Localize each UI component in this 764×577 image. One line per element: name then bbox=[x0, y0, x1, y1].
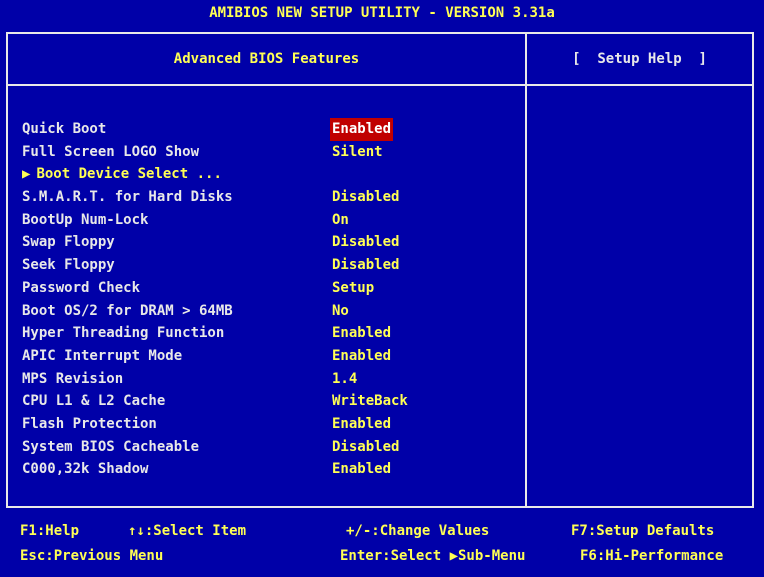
setting-value[interactable]: Enabled bbox=[330, 345, 393, 368]
setting-row[interactable]: APIC Interrupt Mode Enabled bbox=[22, 345, 522, 368]
setting-value[interactable]: Disabled bbox=[330, 436, 401, 459]
window-title: AMIBIOS NEW SETUP UTILITY - VERSION 3.31… bbox=[0, 0, 764, 26]
setting-label-text: System BIOS Cacheable bbox=[22, 438, 200, 455]
setting-label-text: Boot Device Select ... bbox=[36, 166, 222, 183]
setting-value[interactable]: Silent bbox=[330, 141, 385, 164]
setting-label: Password Check bbox=[22, 277, 140, 300]
setting-value[interactable]: No bbox=[330, 300, 351, 323]
hi-performance-key-hint[interactable]: F6:Hi-Performance bbox=[580, 548, 723, 564]
setting-value[interactable]: Disabled bbox=[330, 186, 401, 209]
setting-row[interactable]: Quick Boot Enabled bbox=[22, 118, 522, 141]
submenu-arrow-icon: ▶ bbox=[22, 166, 31, 183]
setting-row[interactable]: Boot OS/2 for DRAM > 64MB No bbox=[22, 300, 522, 323]
setting-value[interactable]: Disabled bbox=[330, 231, 401, 254]
setting-label-text: MPS Revision bbox=[22, 370, 124, 387]
setting-label: Flash Protection bbox=[22, 413, 157, 436]
help-key-hint[interactable]: F1:Help bbox=[20, 523, 79, 539]
setting-label: APIC Interrupt Mode bbox=[22, 345, 182, 368]
setting-value[interactable]: Disabled bbox=[330, 254, 401, 277]
setting-label-text: C000,32k Shadow bbox=[22, 461, 149, 478]
setting-label: Hyper Threading Function bbox=[22, 322, 224, 345]
setting-label: Boot OS/2 for DRAM > 64MB bbox=[22, 300, 233, 323]
setting-label: C000,32k Shadow bbox=[22, 458, 148, 481]
setting-label-text: Flash Protection bbox=[22, 415, 157, 432]
setting-label-text: BootUp Num-Lock bbox=[22, 211, 149, 228]
column-divider bbox=[525, 32, 527, 508]
setting-label-text: Boot OS/2 for DRAM > 64MB bbox=[22, 302, 233, 319]
setting-row[interactable]: Password Check Setup bbox=[22, 277, 522, 300]
setting-row[interactable]: MPS Revision 1.4 bbox=[22, 368, 522, 391]
setting-label-text: Quick Boot bbox=[22, 121, 107, 137]
setting-value[interactable]: Enabled bbox=[330, 413, 393, 436]
page-title: Advanced BIOS Features bbox=[173, 51, 360, 67]
setting-value[interactable]: On bbox=[330, 209, 351, 232]
setting-row[interactable]: C000,32k Shadow Enabled bbox=[22, 458, 522, 481]
setting-row[interactable]: Full Screen LOGO Show Silent bbox=[22, 141, 522, 164]
select-item-key-hint[interactable]: ↑↓:Select Item bbox=[128, 523, 246, 539]
setting-label-text: Password Check bbox=[22, 279, 141, 296]
setup-help-title: [ Setup Help ] bbox=[572, 51, 707, 67]
setting-label: MPS Revision bbox=[22, 368, 123, 391]
setting-row[interactable]: Hyper Threading Function Enabled bbox=[22, 322, 522, 345]
setting-row[interactable]: Seek Floppy Disabled bbox=[22, 254, 522, 277]
setting-label: Seek Floppy bbox=[22, 254, 115, 277]
setup-defaults-key-hint[interactable]: F7:Setup Defaults bbox=[571, 523, 714, 539]
header-divider bbox=[6, 84, 754, 86]
setting-value[interactable]: Enabled bbox=[330, 458, 393, 481]
setting-value[interactable]: Enabled bbox=[330, 118, 394, 141]
setting-label-text: CPU L1 & L2 Cache bbox=[22, 393, 166, 410]
setting-label-text: APIC Interrupt Mode bbox=[22, 347, 183, 364]
setting-value[interactable]: Enabled bbox=[330, 322, 393, 345]
setting-value[interactable]: WriteBack bbox=[330, 390, 410, 413]
settings-list: Quick Boot Enabled Full Screen LOGO Show Si… bbox=[22, 118, 522, 481]
setting-value[interactable]: 1.4 bbox=[330, 368, 359, 391]
setting-label: System BIOS Cacheable bbox=[22, 436, 199, 459]
setting-label-text: S.M.A.R.T. for Hard Disks bbox=[22, 189, 233, 206]
setting-row[interactable]: System BIOS Cacheable Disabled bbox=[22, 436, 522, 459]
setting-row[interactable]: Swap Floppy Disabled bbox=[22, 231, 522, 254]
setting-label: BootUp Num-Lock bbox=[22, 209, 148, 232]
key-help-bar: F1:Help ↑↓:Select Item +/-:Change Values… bbox=[0, 514, 764, 577]
setting-label-text: Swap Floppy bbox=[22, 234, 115, 251]
setting-row[interactable]: S.M.A.R.T. for Hard Disks Disabled bbox=[22, 186, 522, 209]
setting-row[interactable]: BootUp Num-Lock On bbox=[22, 209, 522, 232]
select-submenu-key-hint[interactable]: Enter:Select ▶Sub-Menu bbox=[340, 548, 525, 564]
setting-label-text: Full Screen LOGO Show bbox=[22, 143, 200, 160]
change-values-key-hint[interactable]: +/-:Change Values bbox=[346, 523, 489, 539]
setting-label: CPU L1 & L2 Cache bbox=[22, 390, 165, 413]
setting-label: Swap Floppy bbox=[22, 231, 115, 254]
setting-label: S.M.A.R.T. for Hard Disks bbox=[22, 186, 233, 209]
setting-label-text: Hyper Threading Function bbox=[22, 325, 225, 342]
setting-row[interactable]: Flash Protection Enabled bbox=[22, 413, 522, 436]
setting-label[interactable]: ▶ Boot Device Select ... bbox=[22, 163, 222, 186]
setting-value[interactable]: Setup bbox=[330, 277, 376, 300]
setting-label-text: Seek Floppy bbox=[22, 257, 115, 274]
setting-label: Full Screen LOGO Show bbox=[22, 141, 199, 164]
previous-menu-key-hint[interactable]: Esc:Previous Menu bbox=[20, 548, 163, 564]
setting-label: Quick Boot bbox=[22, 118, 106, 141]
setting-row[interactable]: ▶ Boot Device Select ... bbox=[22, 163, 522, 186]
setting-row[interactable]: CPU L1 & L2 Cache WriteBack bbox=[22, 390, 522, 413]
